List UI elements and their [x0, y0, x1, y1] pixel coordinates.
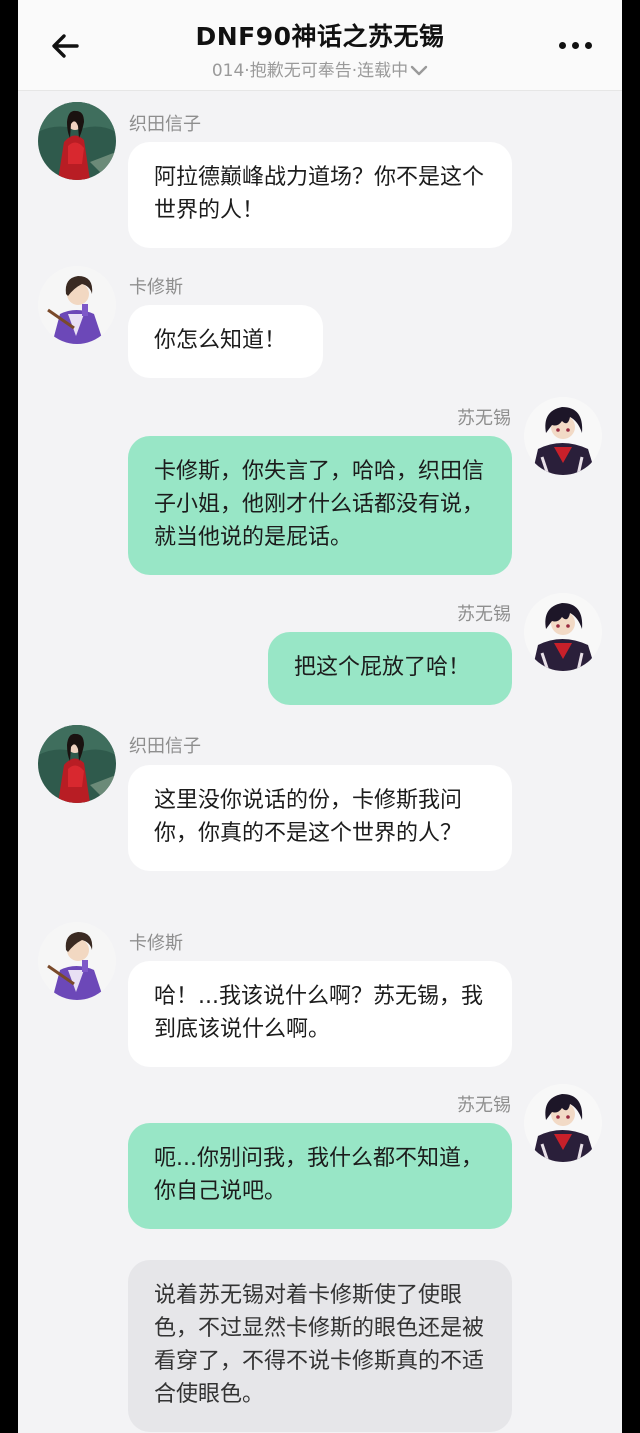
message-bubble: 哈！...我该说什么啊？苏无锡，我到底该说什么啊。	[128, 961, 512, 1067]
chat-screen: DNF90神话之苏无锡 014·抱歉无可奉告·连载中 织田信子 阿拉德巅峰战力道…	[18, 0, 622, 1433]
sender-name: 苏无锡	[457, 1095, 511, 1116]
avatar-cassius[interactable]	[38, 266, 116, 344]
sender-name: 苏无锡	[457, 408, 511, 429]
avatar-suwuxi[interactable]	[524, 397, 602, 475]
more-dot	[585, 42, 592, 49]
message-bubble: 阿拉德巅峰战力道场？你不是这个世界的人！	[128, 142, 512, 248]
chevron-down-icon	[410, 65, 428, 76]
avatar-suwuxi[interactable]	[524, 1084, 602, 1162]
avatar-suwuxi[interactable]	[524, 593, 602, 671]
sender-name: 卡修斯	[129, 933, 183, 954]
message-bubble: 你怎么知道！	[128, 305, 323, 378]
message-bubble: 卡修斯，你失言了，哈哈，织田信子小姐，他刚才什么话都没有说，就当他说的是屁话。	[128, 436, 512, 575]
message-bubble: 呃...你别问我，我什么都不知道，你自己说吧。	[128, 1123, 512, 1229]
more-options-button[interactable]	[556, 36, 596, 56]
chapter-selector[interactable]: 014·抱歉无可奉告·连载中	[18, 56, 622, 81]
avatar-cassius[interactable]	[38, 922, 116, 1000]
narration-bubble: 说着苏无锡对着卡修斯使了使眼色，不过显然卡修斯的眼色还是被看穿了，不得不说卡修斯…	[128, 1260, 512, 1432]
sender-name: 织田信子	[129, 114, 201, 135]
message-bubble: 这里没你说话的份，卡修斯我问你，你真的不是这个世界的人？	[128, 765, 512, 871]
avatar-nobuko[interactable]	[38, 102, 116, 180]
sender-name: 苏无锡	[457, 604, 511, 625]
more-dot	[572, 42, 579, 49]
top-bar: DNF90神话之苏无锡 014·抱歉无可奉告·连载中	[18, 0, 622, 91]
more-dots-icon	[559, 42, 566, 49]
message-bubble: 把这个屁放了哈！	[268, 632, 512, 705]
sender-name: 卡修斯	[129, 277, 183, 298]
avatar-nobuko[interactable]	[38, 725, 116, 803]
page-title: DNF90神话之苏无锡	[195, 22, 445, 51]
chapter-label: 014·抱歉无可奉告·连载中	[211, 61, 409, 81]
sender-name: 织田信子	[129, 736, 201, 757]
